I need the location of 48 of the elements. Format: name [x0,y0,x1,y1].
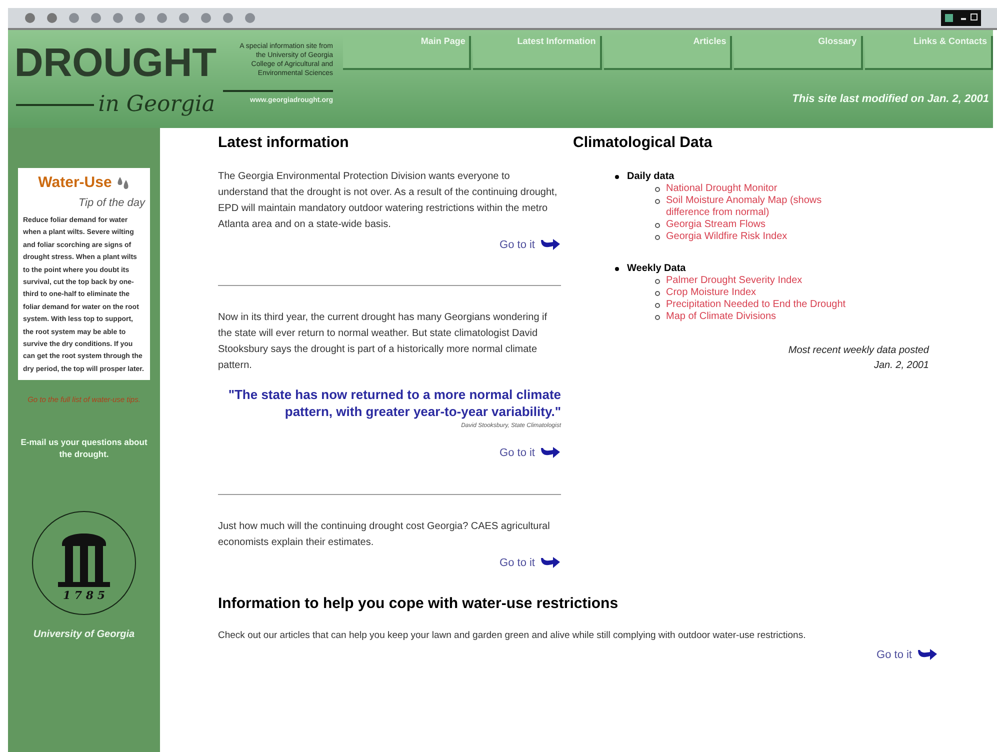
news-text: Now in its third year, the current drought has many Georgians wondering if the state will ever return to normal weather. But state climatologist David Stooksbury says the drought is part of a historically more normal climate pattern. [218,311,548,373]
logo-subtitle: in Georgia [98,92,215,118]
circle-bullet-icon [655,314,660,320]
go-to-link[interactable]: Go to it [500,236,561,253]
data-link[interactable]: Map of Climate Divisions [666,310,846,322]
curved-arrow-icon [539,446,561,460]
circle-bullet-icon [655,234,660,240]
data-link[interactable]: Palmer Drought Severity Index [666,274,846,286]
data-link[interactable]: National Drought Monitor [666,182,846,194]
email-link[interactable]: E-mail us your questions about the drought. [14,436,154,462]
curved-arrow-icon [539,556,561,570]
drought-logo: DROUGHT [14,40,217,87]
news-text: The Georgia Environmental Protection Division wants everyone to understand that the drought is not over. As a result of the continuing drought, EPD will maintain mandatory outdoor watering restrictions within the metro Atlanta area and on a state-wide basis. [218,170,558,232]
tip-subtitle: Tip of the day [77,196,145,210]
circle-bullet-icon [655,278,660,284]
data-link[interactable]: Georgia Stream Flows [666,218,846,230]
group-label: Weekly Data [627,262,686,274]
coping-text: Check out our articles that can help you keep your lawn and garden green and alive while still complying with outdoor water-use restrictions. [218,628,807,642]
quote-text: "The state has now returned to a more normal climate pattern, with greater year-to-year variability." [227,386,561,420]
circle-bullet-icon [655,302,660,308]
university-name: University of Georgia [33,628,135,642]
bullet-icon [615,266,619,270]
group-label: Daily data [627,170,674,182]
water-drops-icon [116,175,130,192]
go-to-link[interactable]: Go to it [500,445,561,462]
go-to-link[interactable]: Go to it [500,554,561,571]
curved-arrow-icon [539,238,561,252]
posted-date: Jan. 2, 2001 [872,358,930,372]
posted-note: Most recent weekly data posted [787,344,930,358]
last-modified-text: This site last modified on Jan. 2, 2001 [792,92,989,107]
data-link[interactable]: Precipitation Needed to End the Drought [666,298,846,310]
curved-arrow-icon [916,648,938,662]
go-to-link[interactable]: Go to it [876,646,938,663]
tip-title: Water-Use [38,173,112,193]
circle-bullet-icon [655,186,660,192]
data-link[interactable]: Soil Moisture Anomaly Map (shows difference from normal) [666,194,846,218]
section-heading: Latest information [218,133,350,153]
news-text: Just how much will the continuing drought cost Georgia? CAES agricultural economists explain their estimates. [218,520,551,550]
window-controls-icon[interactable] [941,10,981,26]
seal-year: 1 7 8 5 [62,588,106,604]
data-link[interactable]: Georgia Wildfire Risk Index [666,230,846,242]
data-link[interactable]: Crop Moisture Index [666,286,846,298]
circle-bullet-icon [655,290,660,296]
section-heading: Information to help you cope with water-use restrictions [218,594,620,614]
circle-bullet-icon [655,198,660,204]
section-heading: Climatological Data [573,133,714,153]
circle-bullet-icon [655,222,660,228]
bullet-icon [615,174,619,178]
